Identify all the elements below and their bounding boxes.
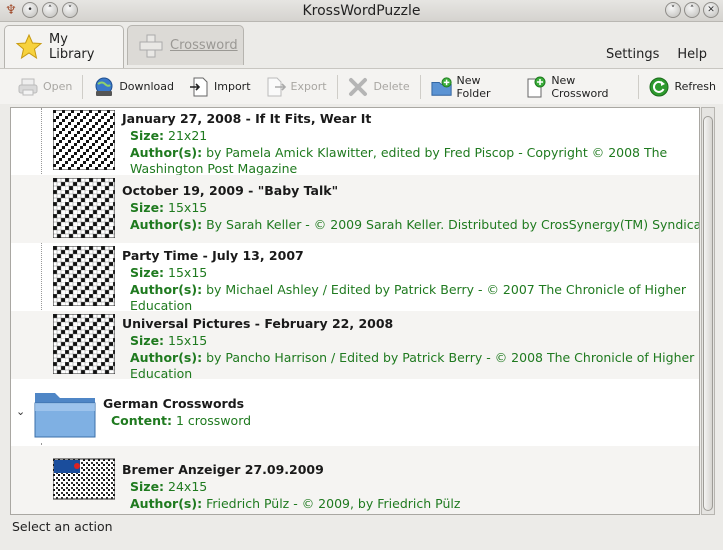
menu-settings[interactable]: Settings [606, 47, 659, 62]
star-icon [15, 33, 43, 61]
item-authors-cont: Education [130, 298, 193, 311]
menu-help[interactable]: Help [677, 47, 707, 62]
item-title: Universal Pictures - February 22, 2008 [122, 316, 394, 331]
item-authors: by Pancho Harrison / Edited by Patrick B… [206, 350, 695, 365]
crossword-thumbnail [53, 314, 115, 374]
list-item[interactable]: Party Time - July 13, 2007 Size: 15x15 A… [11, 243, 699, 311]
scrollbar-thumb[interactable] [703, 116, 713, 511]
close-icon[interactable]: ✕ [703, 2, 719, 18]
chevron-down-icon[interactable]: ⌄ [16, 405, 25, 418]
minimize-icon[interactable]: ˅ [665, 2, 681, 18]
printer-icon [17, 76, 39, 98]
crossword-thumbnail [53, 458, 115, 500]
folder-icon [34, 393, 96, 438]
new-document-icon [525, 76, 547, 98]
new-crossword-button[interactable]: New Crossword [518, 72, 634, 102]
menu-bar: Settings Help [606, 47, 707, 62]
delete-button[interactable]: Delete [340, 72, 416, 102]
list-item[interactable]: October 19, 2009 - "Baby Talk" Size: 15x… [11, 175, 700, 243]
toolbar: Open Download Import Export Delete New F… [0, 68, 723, 104]
open-button[interactable]: Open [10, 72, 79, 102]
item-authors: Friedrich Pülz - © 2009, by Friedrich Pü… [206, 496, 461, 511]
window-title: KrossWordPuzzle [302, 3, 421, 19]
maximize-icon[interactable]: ˄ [684, 2, 700, 18]
item-size: 15x15 [168, 333, 208, 348]
import-icon [188, 76, 210, 98]
item-title: October 19, 2009 - "Baby Talk" [122, 183, 339, 198]
tab-label: My Library [49, 32, 95, 62]
tab-crossword[interactable]: Crossword [127, 25, 244, 65]
export-icon [265, 76, 287, 98]
list-item[interactable]: Bremer Anzeiger 27.09.2009 Size: 24x15 A… [11, 446, 699, 514]
crossword-thumbnail [53, 110, 115, 170]
crossword-thumbnail [53, 178, 115, 238]
list-item[interactable]: Universal Pictures - February 22, 2008 S… [11, 311, 699, 379]
item-authors: by Pamela Amick Klawitter, edited by Fre… [206, 145, 668, 160]
item-authors-cont: Education [130, 366, 193, 379]
item-title: Party Time - July 13, 2007 [122, 248, 304, 263]
library-list[interactable]: January 27, 2008 - If It Fits, Wear It S… [10, 107, 700, 515]
folder-name: German Crosswords [103, 396, 245, 411]
new-folder-button[interactable]: New Folder [424, 72, 519, 102]
tab-my-library[interactable]: My Library [4, 25, 124, 68]
item-title: January 27, 2008 - If It Fits, Wear It [122, 111, 372, 126]
download-button[interactable]: Download [86, 72, 181, 102]
tab-row: My Library Crossword Settings Help [0, 22, 723, 68]
item-title: Bremer Anzeiger 27.09.2009 [122, 462, 324, 477]
item-authors: By Sarah Keller - © 2009 Sarah Keller. D… [206, 217, 700, 232]
item-size: 15x15 [168, 200, 208, 215]
folder-content: 1 crossword [175, 413, 252, 428]
globe-icon [93, 76, 115, 98]
import-button[interactable]: Import [181, 72, 258, 102]
title-bar: ♆ • ˄ ˅ KrossWordPuzzle ˅ ˄ ✕ [0, 0, 723, 22]
item-size: 15x15 [168, 265, 208, 280]
refresh-button[interactable]: Refresh [641, 72, 723, 102]
new-folder-icon [430, 76, 453, 98]
list-item[interactable]: January 27, 2008 - If It Fits, Wear It S… [11, 108, 699, 175]
export-button[interactable]: Export [258, 72, 334, 102]
item-size: 24x15 [168, 479, 208, 494]
item-authors: by Michael Ashley / Edited by Patrick Be… [206, 282, 687, 297]
item-size: 21x21 [168, 128, 208, 143]
folder-item[interactable]: ⌄ German Crosswords Content: 1 crossword [11, 379, 699, 446]
tab-label: Crossword [170, 38, 238, 53]
item-authors-cont: Washington Post Magazine [130, 161, 298, 175]
crossword-icon [138, 32, 164, 60]
vertical-scrollbar[interactable] [701, 107, 715, 515]
status-text: Select an action [12, 519, 113, 534]
refresh-icon [648, 76, 670, 98]
delete-icon [347, 76, 369, 98]
crossword-thumbnail [53, 246, 115, 306]
